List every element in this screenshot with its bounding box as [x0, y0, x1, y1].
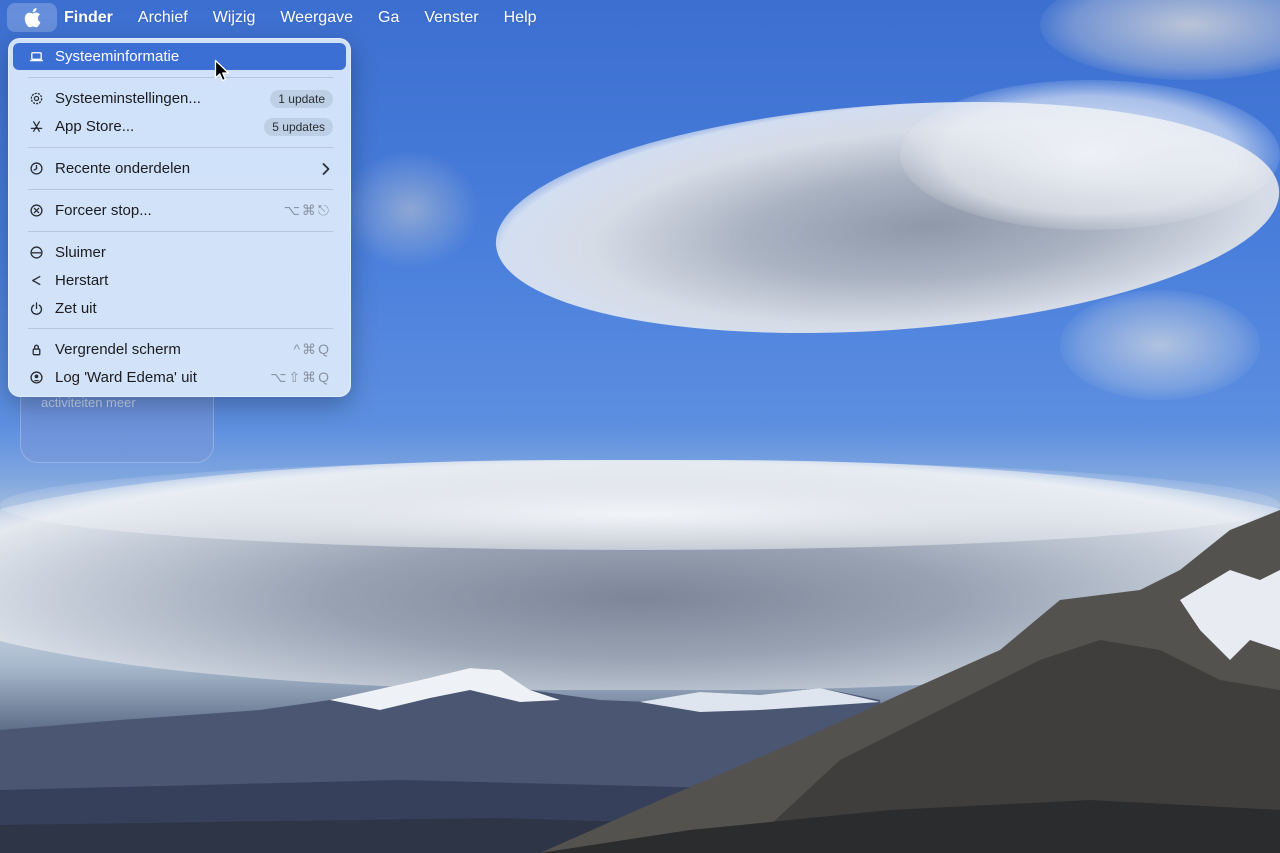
menu-item-sluimer[interactable]: Sluimer	[13, 239, 346, 266]
wallpaper-cloud	[900, 80, 1280, 230]
user-circle-icon	[28, 370, 44, 386]
lock-icon	[28, 342, 44, 358]
menu-item-label: Forceer stop...	[55, 202, 152, 219]
desktop: activiteiten meer Finder Archief Wijzig …	[0, 0, 1280, 853]
menu-separator	[28, 77, 333, 78]
menu-separator	[28, 328, 333, 329]
wallpaper-cloud	[1060, 290, 1260, 400]
menu-ga[interactable]: Ga	[378, 9, 399, 27]
menu-item-vergrendel-scherm[interactable]: Vergrendel scherm ^⌘Q	[13, 336, 346, 363]
menu-item-label: Sluimer	[55, 244, 106, 261]
menu-separator	[28, 231, 333, 232]
clock-icon	[28, 161, 44, 177]
menu-item-label: Log 'Ward Edema' uit	[55, 369, 197, 386]
menu-item-app-store[interactable]: App Store... 5 updates	[13, 113, 346, 140]
gear-icon	[28, 91, 44, 107]
keyboard-shortcut: ⌥⇧⌘Q	[270, 369, 331, 385]
menu-help[interactable]: Help	[504, 9, 537, 27]
menu-item-label: Recente onderdelen	[55, 160, 191, 177]
widget-text: activiteiten meer	[41, 395, 136, 410]
update-badge: 1 update	[270, 89, 333, 108]
menu-item-label: Systeeminformatie	[55, 48, 180, 65]
menu-titles: Finder Archief Wijzig Weergave Ga Venste…	[64, 0, 562, 35]
menu-item-herstart[interactable]: Herstart	[13, 267, 346, 294]
menu-finder[interactable]: Finder	[64, 9, 113, 27]
apple-menu-dropdown: Systeeminformatie Systeeminstellingen...…	[8, 38, 351, 397]
menu-item-label: Systeeminstellingen...	[55, 90, 201, 107]
menu-item-systeeminstellingen[interactable]: Systeeminstellingen... 1 update	[13, 85, 346, 112]
menu-bar: Finder Archief Wijzig Weergave Ga Venste…	[0, 0, 1280, 35]
menu-separator	[28, 147, 333, 148]
chevron-right-icon	[322, 162, 330, 175]
menu-item-label: Vergrendel scherm	[55, 341, 181, 358]
menu-weergave[interactable]: Weergave	[280, 9, 353, 27]
mouse-pointer-icon	[214, 59, 230, 82]
keyboard-shortcut: ⌥⌘⎋	[283, 202, 331, 218]
menu-item-log-uit[interactable]: Log 'Ward Edema' uit ⌥⇧⌘Q	[13, 364, 346, 391]
laptop-icon	[28, 49, 44, 65]
menu-item-label: App Store...	[55, 118, 135, 135]
apple-logo-icon	[24, 8, 41, 28]
menu-archief[interactable]: Archief	[138, 9, 188, 27]
app-store-icon	[28, 119, 44, 135]
menu-item-forceer-stop[interactable]: Forceer stop... ⌥⌘⎋	[13, 197, 346, 224]
menu-item-systeeminformatie[interactable]: Systeeminformatie	[13, 43, 346, 70]
keyboard-shortcut: ^⌘Q	[293, 341, 331, 357]
x-circle-icon	[28, 203, 44, 219]
wallpaper-mountain	[540, 510, 1280, 853]
update-badge: 5 updates	[264, 117, 333, 136]
menu-separator	[28, 189, 333, 190]
wallpaper-cloud	[340, 150, 480, 270]
menu-item-recente-onderdelen[interactable]: Recente onderdelen	[13, 155, 346, 182]
menu-item-label: Zet uit	[55, 300, 97, 317]
apple-menu-button[interactable]	[7, 3, 57, 32]
menu-venster[interactable]: Venster	[424, 9, 478, 27]
menu-wijzig[interactable]: Wijzig	[213, 9, 256, 27]
menu-item-zet-uit[interactable]: Zet uit	[13, 295, 346, 322]
restart-icon	[28, 273, 44, 289]
menu-item-label: Herstart	[55, 272, 109, 289]
moon-circle-icon	[28, 245, 44, 261]
power-icon	[28, 301, 44, 317]
